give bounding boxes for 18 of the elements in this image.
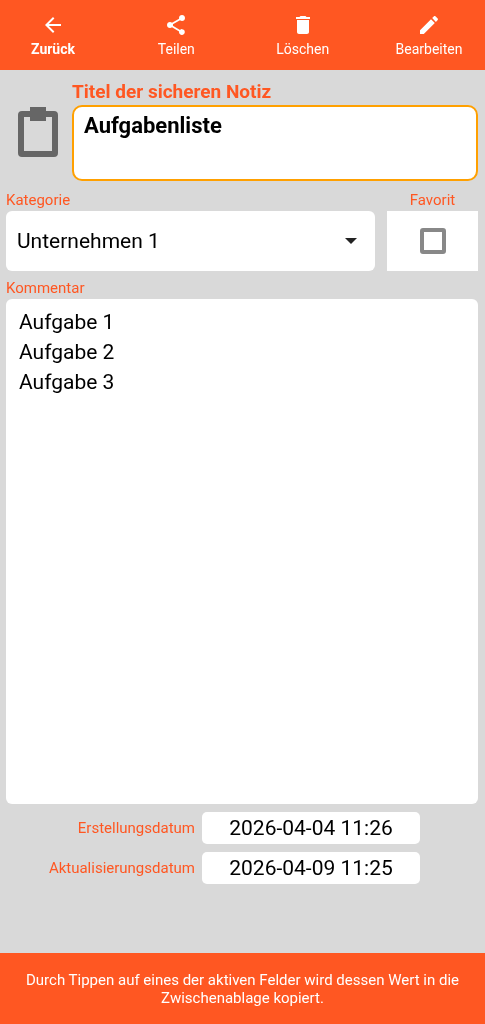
date-label: Aktualisierungsdatum (47, 859, 195, 877)
comment-field[interactable]: Aufgabe 1 Aufgabe 2 Aufgabe 3 (6, 299, 478, 804)
favorite-label: Favorit (409, 191, 456, 209)
footer-hint: Durch Tippen auf eines der aktiven Felder wird dessen Wert in die Zwischenablage kopiert. (0, 953, 485, 1024)
comment-line: Aufgabe 1 (19, 309, 115, 336)
pencil-icon (417, 13, 441, 37)
date-label: Erstellungsdatum (76, 819, 195, 837)
title-field[interactable]: Aufgabenliste (72, 105, 478, 181)
category-label: Kategorie (6, 191, 72, 209)
category-dropdown[interactable]: Unternehmen 1 (6, 211, 375, 271)
comment-line: Aufgabe 2 (19, 339, 115, 366)
date-value[interactable]: 2026-04-09 11:25 (202, 852, 420, 884)
date-value[interactable]: 2026-04-04 11:26 (202, 812, 420, 844)
favorite-checkbox[interactable] (419, 228, 446, 254)
comment-line: Aufgabe 3 (19, 369, 115, 396)
comment-label: Kommentar (6, 279, 86, 297)
caret-icon (345, 238, 357, 244)
title-label: Titel der sicheren Notiz (72, 80, 273, 103)
